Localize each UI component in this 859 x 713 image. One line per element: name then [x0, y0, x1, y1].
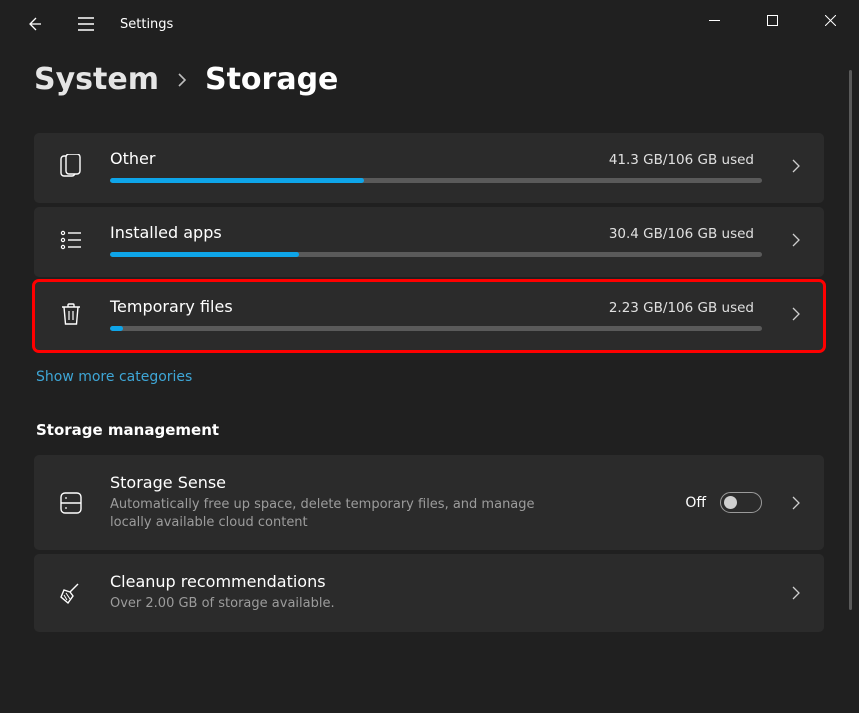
breadcrumb: System Storage [34, 62, 859, 97]
category-label: Installed apps [110, 223, 222, 242]
chevron-right-icon [177, 73, 187, 87]
menu-button[interactable] [72, 10, 100, 38]
item-sublabel: Over 2.00 GB of storage available. [110, 595, 570, 613]
category-usage: 41.3 GB/106 GB used [609, 152, 754, 168]
category-usage: 30.4 GB/106 GB used [609, 226, 754, 242]
item-label: Cleanup recommendations [110, 572, 762, 591]
chevron-right-icon [786, 586, 806, 600]
storage-sense-toggle[interactable] [720, 492, 762, 513]
cleanup-recommendations-item[interactable]: Cleanup recommendations Over 2.00 GB of … [34, 554, 824, 631]
chevron-right-icon [786, 297, 806, 331]
item-sublabel: Automatically free up space, delete temp… [110, 496, 570, 532]
breadcrumb-current: Storage [205, 62, 338, 97]
scrollbar[interactable] [849, 70, 852, 610]
broom-icon [56, 581, 86, 605]
category-label: Temporary files [110, 297, 233, 316]
category-temporary-files[interactable]: Temporary files 2.23 GB/106 GB used [34, 281, 824, 351]
chevron-right-icon [786, 223, 806, 257]
maximize-button[interactable] [743, 0, 801, 40]
category-usage: 2.23 GB/106 GB used [609, 300, 754, 316]
other-icon [56, 149, 86, 183]
minimize-button[interactable] [685, 0, 743, 40]
window-title: Settings [120, 17, 173, 32]
storage-sense-item[interactable]: Storage Sense Automatically free up spac… [34, 455, 824, 550]
trash-icon [56, 297, 86, 331]
toggle-state-label: Off [685, 495, 706, 511]
list-icon [56, 223, 86, 257]
category-label: Other [110, 149, 155, 168]
usage-bar [110, 252, 762, 257]
section-title: Storage management [36, 421, 859, 439]
drive-icon [56, 492, 86, 514]
storage-management: Storage Sense Automatically free up spac… [34, 455, 824, 632]
category-other[interactable]: Other 41.3 GB/106 GB used [34, 133, 824, 203]
category-installed-apps[interactable]: Installed apps 30.4 GB/106 GB used [34, 207, 824, 277]
chevron-right-icon [786, 149, 806, 183]
item-label: Storage Sense [110, 473, 661, 492]
chevron-right-icon [786, 496, 806, 510]
window-controls [685, 0, 859, 40]
show-more-link[interactable]: Show more categories [36, 369, 192, 385]
usage-bar [110, 326, 762, 331]
usage-bar [110, 178, 762, 183]
storage-categories: Other 41.3 GB/106 GB used Installed apps [34, 133, 824, 351]
titlebar: Settings [0, 0, 859, 48]
back-button[interactable] [20, 10, 48, 38]
breadcrumb-parent[interactable]: System [34, 62, 159, 97]
close-button[interactable] [801, 0, 859, 40]
